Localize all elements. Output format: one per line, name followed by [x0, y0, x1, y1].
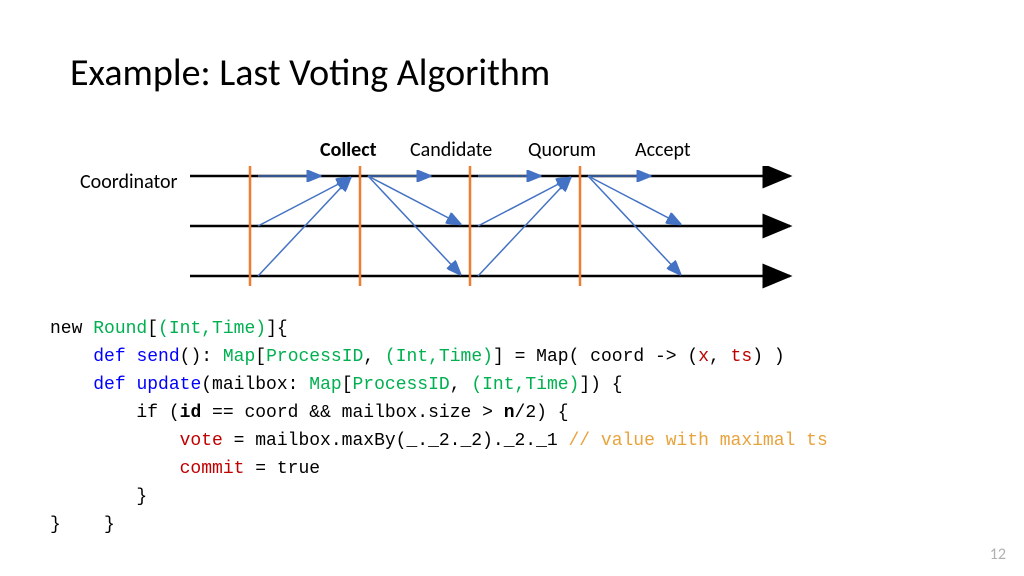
message-diagram: Coordinator Collect Candidate Quorum Acc… [80, 130, 800, 300]
timeline-svg [190, 166, 800, 306]
ty-inttime-2: (Int,Time) [385, 347, 493, 367]
phase-candidate: Candidate [410, 138, 492, 162]
comment: // value with maximal ts [569, 431, 828, 451]
phase-quorum: Quorum [528, 138, 596, 162]
ty-inttime-3: (Int,Time) [471, 375, 579, 395]
fn-send: send [136, 347, 179, 367]
txt-vote-expr: = mailbox.maxBy(_._2._2)._2._1 [223, 431, 569, 451]
txt-close-sig: ) { [590, 375, 622, 395]
msg-collect-p1 [258, 178, 350, 226]
code-block: new Round[(Int,Time)]{ def send(): Map[P… [50, 315, 828, 539]
txt-cond-end: /2) { [515, 403, 569, 423]
slide-title: Example: Last Voting Algorithm [70, 50, 550, 96]
n-bold: n [504, 403, 515, 423]
msg-accept-p1 [588, 176, 680, 224]
msg-quorum-p1 [478, 178, 570, 226]
var-vote: vote [180, 431, 223, 451]
ty-map-2: Map [309, 375, 341, 395]
ty-round: Round [93, 319, 147, 339]
var-ts: ts [731, 347, 753, 367]
msg-candidate-p1 [368, 176, 460, 224]
kw-if: if [136, 403, 158, 423]
txt-mailbox: (mailbox: [201, 375, 309, 395]
phase-collect: Collect [320, 138, 377, 162]
id-bold: id [180, 403, 202, 423]
coordinator-label: Coordinator [80, 170, 177, 194]
txt-cond-mid: == coord && mailbox.size > [201, 403, 503, 423]
ty-map-1: Map [223, 347, 255, 367]
kw-def-1: def [93, 347, 125, 367]
txt-commit-expr: = true [244, 459, 320, 479]
var-commit: commit [180, 459, 245, 479]
page-number: 12 [990, 545, 1006, 564]
txt-close-send: ) ) [752, 347, 784, 367]
slide: Example: Last Voting Algorithm Coordinat… [0, 0, 1024, 576]
kw-def-2: def [93, 375, 125, 395]
var-x: x [698, 347, 709, 367]
ty-pid-1: ProcessID [266, 347, 363, 367]
ty-inttime-1: (Int,Time) [158, 319, 266, 339]
txt-coord-arrow: = Map( coord -> ( [504, 347, 698, 367]
kw-new: new [50, 319, 82, 339]
phase-accept: Accept [635, 138, 691, 162]
fn-update: update [136, 375, 201, 395]
ty-pid-2: ProcessID [353, 375, 450, 395]
